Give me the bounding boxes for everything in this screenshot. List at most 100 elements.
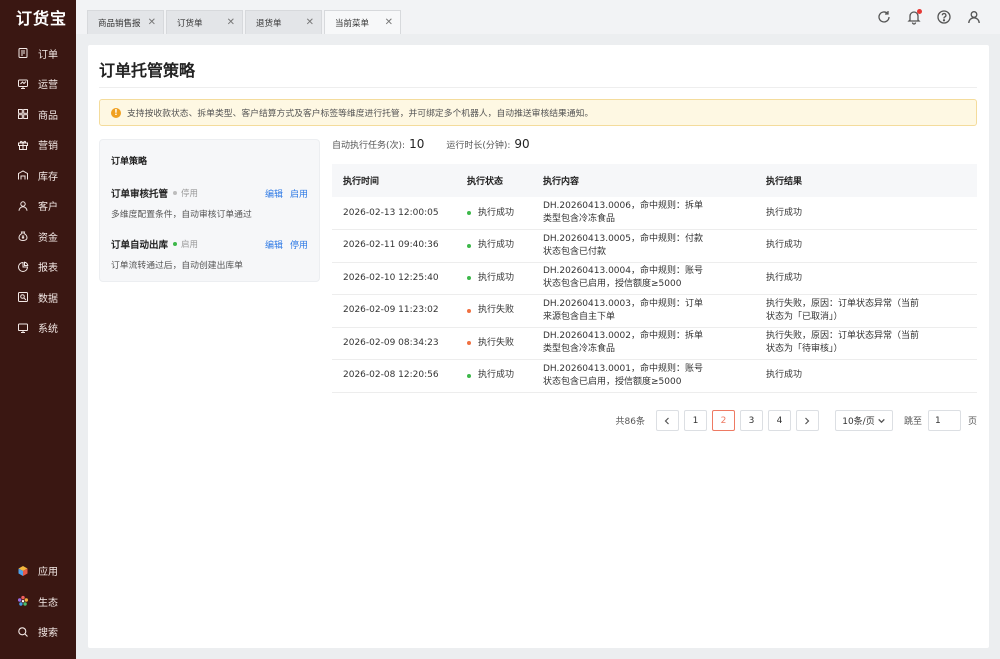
cell-result: 执行成功 — [755, 262, 977, 295]
close-icon[interactable]: ✕ — [148, 17, 156, 28]
data-icon — [17, 291, 38, 303]
strategy-status-text: 停用 — [181, 189, 199, 199]
strategy-actions: 编辑 停用 — [258, 238, 308, 251]
money-bag-icon — [17, 230, 38, 242]
cell-content: DH.20260413.0005，命中规则：付款 状态包含已付款 — [532, 229, 755, 263]
status-badge: 执行成功 — [467, 272, 532, 285]
sidebar-item-ecosystem-flower[interactable]: 生态 — [0, 586, 76, 617]
toggle-link[interactable]: 启用 — [290, 187, 308, 200]
result-line: 执行成功 — [766, 207, 803, 218]
table-row: 2026-02-10 12:25:40 执行成功 DH.20260413.0004，… — [332, 262, 977, 295]
title-divider — [99, 87, 977, 88]
sidebar-item-monitor[interactable]: 系统 — [0, 313, 76, 344]
cell-content: DH.20260413.0001，命中规则：账号 状态包含已启用，授信额度≥500… — [532, 359, 755, 393]
notification-bell-icon[interactable] — [906, 9, 922, 25]
cell-content: DH.20260413.0002，命中规则：拆单 类型包含冷冻食品 — [532, 327, 755, 360]
close-icon[interactable]: ✕ — [306, 17, 314, 28]
content-line: 状态包含已启用，授信额度≥5000 — [543, 376, 682, 387]
sidebar-item-app-cube[interactable]: 应用 — [0, 556, 76, 587]
help-icon[interactable] — [936, 9, 952, 25]
tab-strip: 商品销售报 ✕ 订货单 ✕ 退货单 ✕ 当前菜单 ✕ — [87, 10, 403, 34]
result-line: 执行成功 — [766, 240, 803, 251]
next-page-button[interactable] — [795, 410, 819, 431]
user-profile-icon[interactable] — [966, 9, 982, 25]
sidebar-item-money-bag[interactable]: 资金 — [0, 221, 76, 252]
top-bar: 商品销售报 ✕ 订货单 ✕ 退货单 ✕ 当前菜单 ✕ — [76, 0, 1000, 34]
content-line: 来源包含自主下单 — [543, 311, 616, 322]
status-text: 执行失败 — [478, 337, 515, 348]
page-button-4[interactable]: 4 — [767, 410, 791, 431]
content-line: 类型包含冷冻食品 — [543, 214, 616, 224]
strategy-item: 订单审核托管 停用 编辑 启用 多维度配置条件，自动审核订单通过 — [111, 186, 308, 220]
app-cube-icon — [17, 565, 38, 577]
content-line: DH.20260413.0004，命中规则：账号 — [543, 266, 703, 277]
sidebar-item-label: 资金 — [38, 232, 58, 244]
sidebar-item-label: 数据 — [38, 293, 58, 305]
cell-status: 执行成功 — [456, 359, 532, 393]
jump-page-input[interactable] — [927, 410, 961, 431]
content-card: 订单托管策略 ! 支持按收款状态、拆单类型、客户结算方式及客户标签等维度进行托管… — [88, 45, 989, 648]
tab-label: 当前菜单 — [335, 18, 370, 29]
sidebar-item-operations[interactable]: 运营 — [0, 69, 76, 100]
sidebar-item-warehouse[interactable]: 库存 — [0, 160, 76, 191]
page-size-select[interactable]: 10条/页 — [834, 410, 893, 431]
run-duration-label: 运行时长(分钟): — [446, 141, 511, 151]
prev-page-button[interactable] — [655, 410, 679, 431]
cell-content: DH.20260413.0006，命中规则：拆单 类型包含冷冻食品 — [532, 197, 755, 230]
strategy-name: 订单自动出库 — [111, 240, 169, 251]
sidebar-item-label: 库存 — [38, 171, 58, 183]
tab-label: 订货单 — [177, 18, 203, 29]
col-header-content: 执行内容 — [532, 164, 755, 197]
status-dot — [467, 211, 471, 215]
cell-time: 2026-02-09 11:23:02 — [332, 294, 456, 328]
page-button-3[interactable]: 3 — [739, 410, 763, 431]
tab-2[interactable]: 订货单 ✕ — [166, 10, 243, 34]
app-logo[interactable]: 订货宝 — [0, 0, 76, 34]
sidebar-bottom-nav: 应用 生态 搜索 — [0, 556, 76, 648]
tab-3[interactable]: 退货单 ✕ — [245, 10, 322, 34]
edit-link[interactable]: 编辑 — [265, 187, 283, 200]
sidebar-item-gift[interactable]: 营销 — [0, 130, 76, 161]
status-text: 执行成功 — [478, 207, 515, 218]
refresh-icon[interactable] — [876, 9, 892, 25]
cell-result: 执行成功 — [755, 229, 977, 263]
cell-result: 执行成功 — [755, 359, 977, 393]
content-line: DH.20260413.0001，命中规则：账号 — [543, 363, 703, 374]
page-button-1[interactable]: 1 — [683, 410, 707, 431]
sidebar-item-user[interactable]: 客户 — [0, 191, 76, 222]
close-icon[interactable]: ✕ — [385, 17, 393, 28]
sidebar-item-label: 报表 — [38, 263, 58, 275]
col-header-result: 执行结果 — [755, 164, 977, 197]
top-icons — [862, 9, 982, 25]
status-dot — [173, 191, 178, 195]
gift-icon — [17, 139, 38, 151]
status-text: 执行成功 — [478, 370, 515, 381]
sidebar-item-data[interactable]: 数据 — [0, 282, 76, 313]
result-line: 执行失败，原因：订单状态异常（当前 — [766, 331, 920, 342]
run-duration-value: 90 — [514, 137, 530, 151]
sidebar-item-products[interactable]: 商品 — [0, 99, 76, 130]
notification-dot — [917, 9, 922, 14]
sidebar-item-label: 商品 — [38, 110, 58, 122]
edit-link[interactable]: 编辑 — [265, 238, 283, 251]
table-row: 2026-02-09 11:23:02 执行失败 DH.20260413.0003，… — [332, 294, 977, 328]
sidebar-item-search[interactable]: 搜索 — [0, 617, 76, 648]
jump-label: 跳至 — [903, 417, 922, 427]
sidebar-item-pie-chart[interactable]: 报表 — [0, 252, 76, 283]
strategy-status: 启用 — [173, 238, 198, 250]
toggle-link[interactable]: 停用 — [290, 238, 308, 251]
tab-1[interactable]: 商品销售报 ✕ — [87, 10, 164, 34]
products-icon — [17, 108, 38, 120]
total-count: 共86条 — [615, 417, 645, 427]
order-icon — [17, 47, 38, 59]
tab-4[interactable]: 当前菜单 ✕ — [324, 10, 401, 34]
close-icon[interactable]: ✕ — [227, 17, 235, 28]
content-line: DH.20260413.0003，命中规则：订单 — [543, 298, 703, 309]
cell-time: 2026-02-10 12:25:40 — [332, 262, 456, 295]
result-line: 状态为「已取消」） — [766, 311, 843, 322]
cell-time: 2026-02-13 12:00:05 — [332, 197, 456, 230]
sidebar-nav: 订单 运营商品营销库存客户资金报表数据系统 — [0, 38, 76, 343]
page-button-2[interactable]: 2 — [711, 410, 735, 431]
sidebar-item-order[interactable]: 订单 — [0, 38, 76, 69]
status-text: 执行成功 — [478, 240, 515, 251]
